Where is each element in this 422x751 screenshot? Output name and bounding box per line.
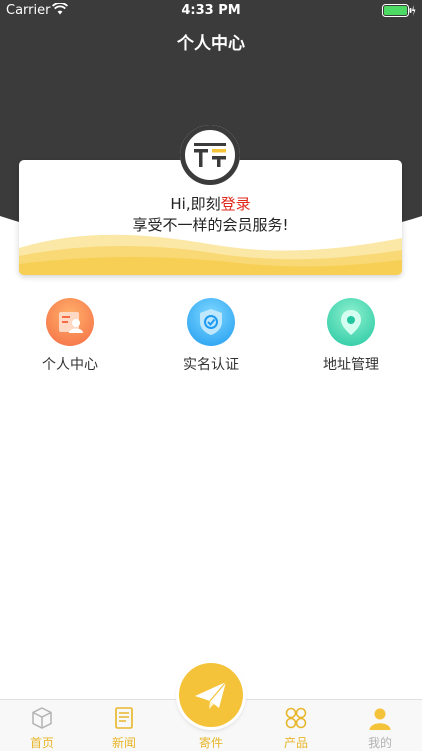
- paper-plane-icon: [195, 681, 227, 709]
- tab-label: 寄件: [198, 736, 223, 750]
- shortcut-address[interactable]: 地址管理: [296, 298, 406, 374]
- shield-check-icon: [187, 298, 235, 346]
- shortcut-profile[interactable]: 个人中心: [15, 298, 125, 374]
- logo-mark-icon: [181, 126, 239, 184]
- shortcut-label: 地址管理: [323, 357, 379, 373]
- tab-label: 首页: [29, 736, 54, 750]
- news-icon: [115, 707, 133, 729]
- grid-icon: [285, 707, 307, 729]
- tab-label: 我的: [367, 736, 392, 750]
- status-time: 4:33 PM: [181, 3, 241, 18]
- app-logo[interactable]: [180, 125, 240, 185]
- tab-news[interactable]: 新闻: [82, 700, 166, 751]
- greeting-line: Hi,即刻登录: [19, 193, 402, 214]
- battery-icon: [382, 4, 416, 21]
- tab-label: 产品: [283, 736, 308, 750]
- status-bar: Carrier 4:33 PM: [0, 0, 422, 22]
- page-title: 个人中心: [177, 34, 245, 54]
- shortcut-verification[interactable]: 实名认证: [156, 298, 266, 374]
- nav-bar: 个人中心: [0, 22, 422, 67]
- member-subtitle: 享受不一样的会员服务!: [132, 216, 289, 234]
- shortcut-label: 个人中心: [42, 357, 98, 373]
- tab-mine[interactable]: 我的: [338, 700, 422, 751]
- location-pin-icon: [327, 298, 375, 346]
- box-icon: [32, 707, 52, 729]
- user-icon: [369, 708, 391, 730]
- tab-products[interactable]: 产品: [254, 700, 338, 751]
- profile-card-icon: [46, 298, 94, 346]
- greeting-text: Hi,即刻: [170, 195, 221, 213]
- tab-home[interactable]: 首页: [0, 700, 84, 751]
- login-link[interactable]: 登录: [221, 195, 251, 213]
- send-button[interactable]: [179, 663, 243, 727]
- shortcut-row: 个人中心 实名认证 地址管理: [0, 298, 422, 378]
- shortcut-label: 实名认证: [183, 357, 239, 373]
- tab-label: 新闻: [111, 736, 136, 750]
